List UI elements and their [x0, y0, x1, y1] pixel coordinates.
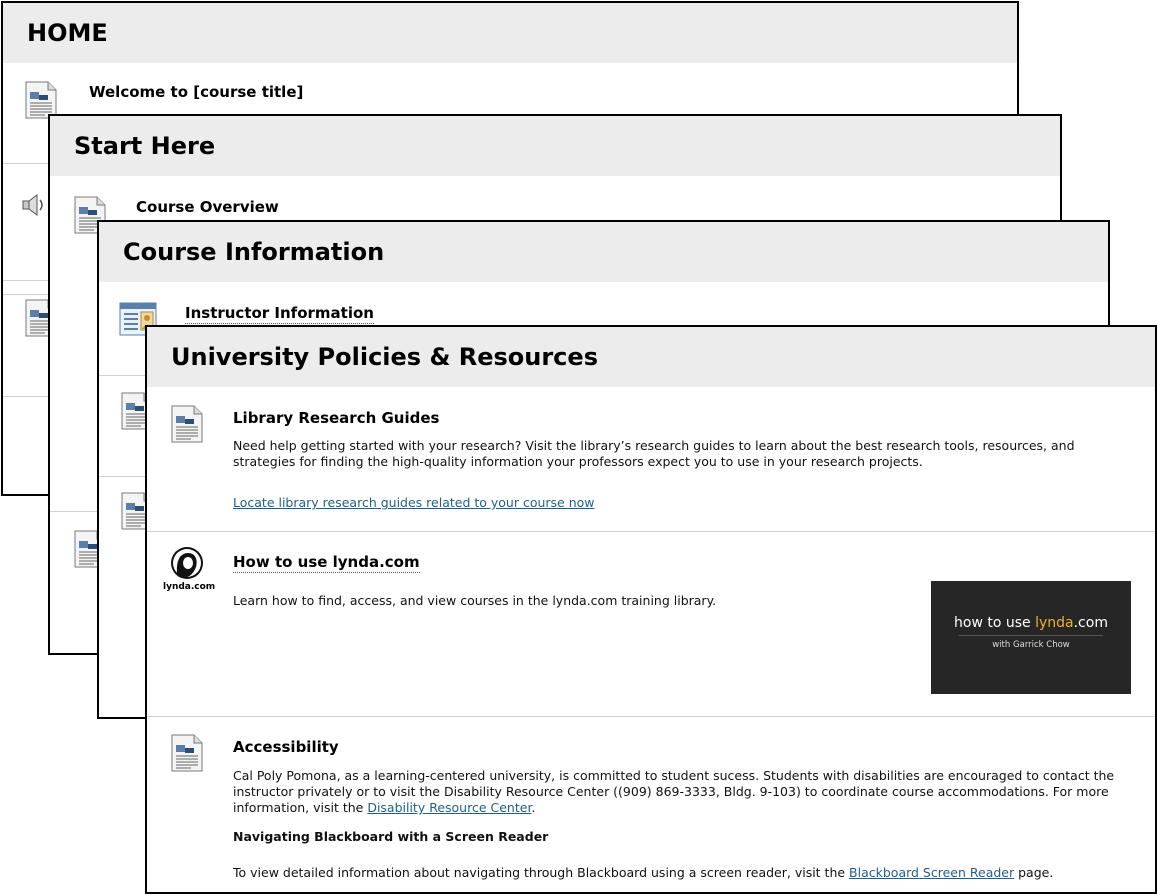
lynda-logo-text: lynda.com [163, 582, 216, 592]
accessibility-text: Cal Poly Pomona, as a learning-centered … [233, 768, 1133, 816]
screen-reader-heading: Navigating Blackboard with a Screen Read… [233, 829, 549, 844]
course-information-panel-title: Course Information [99, 222, 1108, 282]
lynda-description: Learn how to find, access, and view cour… [233, 593, 717, 608]
start-here-panel-title: Start Here [50, 116, 1060, 176]
video-title-suffix: .com [1073, 615, 1108, 631]
university-policies-panel: University Policies & Resources Library … [145, 325, 1157, 894]
document-icon [171, 734, 203, 772]
video-rule [959, 635, 1103, 636]
library-guides-description: Need help getting started with your rese… [233, 438, 1075, 469]
accessibility-text-body: Cal Poly Pomona, as a learning-centered … [233, 768, 1115, 815]
video-title-prefix: how to use [954, 615, 1036, 631]
document-icon [171, 405, 203, 443]
lynda-video-thumbnail[interactable]: how to use lynda.com with Garrick Chow [931, 581, 1131, 694]
item-divider [147, 531, 1155, 532]
video-title-brand: lynda [1035, 615, 1074, 631]
blackboard-screen-reader-link[interactable]: Blackboard Screen Reader [849, 865, 1014, 880]
disability-resource-center-link[interactable]: Disability Resource Center [367, 800, 531, 815]
video-title: how to use lynda.com [931, 615, 1131, 631]
video-author: with Garrick Chow [992, 640, 1070, 650]
lynda-how-to-link[interactable]: How to use lynda.com [233, 553, 420, 573]
speaker-icon [22, 194, 43, 216]
lynda-logo-icon [171, 547, 203, 579]
instructor-information-link[interactable]: Instructor Information [185, 304, 374, 324]
library-link-container: Locate library research guides related t… [233, 495, 595, 511]
home-panel-title: HOME [3, 3, 1017, 63]
screen-reader-text: To view detailed information about navig… [233, 865, 1133, 881]
item-divider [147, 716, 1155, 717]
accessibility-title[interactable]: Accessibility [233, 738, 339, 756]
screen-reader-text-end: page. [1014, 865, 1054, 880]
library-guides-title[interactable]: Library Research Guides [233, 409, 439, 427]
university-policies-panel-title: University Policies & Resources [147, 327, 1155, 387]
library-guides-link[interactable]: Locate library research guides related t… [233, 495, 595, 510]
course-overview-title[interactable]: Course Overview [136, 198, 279, 216]
accessibility-text-end: . [531, 800, 536, 815]
welcome-item-title[interactable]: Welcome to [course title] [89, 83, 303, 101]
screen-reader-text-body: To view detailed information about navig… [233, 865, 850, 880]
